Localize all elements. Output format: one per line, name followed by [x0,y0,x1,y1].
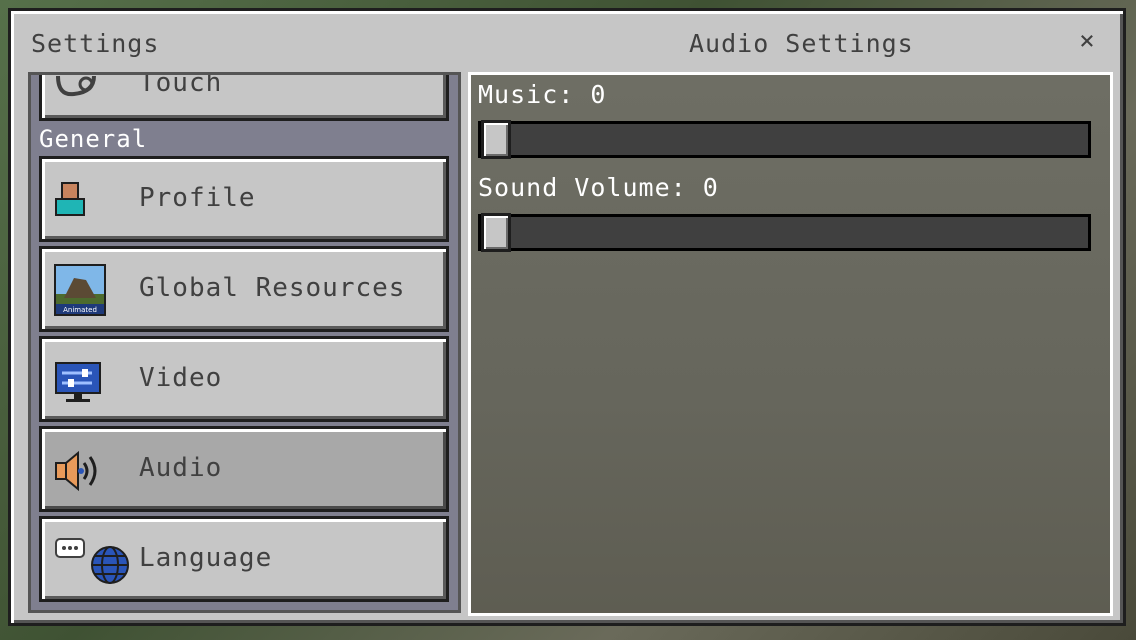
music-label: Music: 0 [478,80,607,109]
settings-sidebar[interactable]: Touch General Profile Animated Global Re… [28,72,461,613]
settings-title: Settings [31,29,160,58]
sound-volume-slider[interactable] [478,213,1091,252]
sidebar-item-label: Language [139,543,273,573]
audio-settings-panel: Music: 0 Sound Volume: 0 [468,72,1113,616]
touch-icon [54,75,106,116]
sidebar-item-label: Global Resources [139,273,406,303]
audio-settings-title: Audio Settings [689,29,914,58]
audio-icon [54,447,106,497]
music-slider-thumb[interactable] [481,120,511,159]
section-label-general: General [39,125,148,153]
sidebar-item-label: Video [139,363,223,393]
sidebar-item-touch[interactable]: Touch [39,72,449,121]
sidebar-item-language[interactable]: Language [39,516,449,602]
language-icon [54,537,134,587]
settings-dialog: Settings Audio Settings × Touch General … [8,8,1126,626]
global-resources-icon: Animated [54,264,106,316]
sidebar-item-global-resources[interactable]: Animated Global Resources [39,246,449,332]
sidebar-item-video[interactable]: Video [39,336,449,422]
profile-icon [54,177,106,227]
sidebar-item-profile[interactable]: Profile [39,156,449,242]
sidebar-item-label: Audio [139,453,223,483]
svg-text:Animated: Animated [63,306,97,314]
sidebar-item-label: Profile [139,183,256,213]
sound-volume-slider-thumb[interactable] [481,213,511,252]
music-slider[interactable] [478,120,1091,159]
sidebar-item-label: Touch [139,72,223,98]
video-icon [54,357,106,407]
close-button[interactable]: × [1073,27,1101,55]
sidebar-item-audio[interactable]: Audio [39,426,449,512]
sound-volume-label: Sound Volume: 0 [478,173,719,202]
